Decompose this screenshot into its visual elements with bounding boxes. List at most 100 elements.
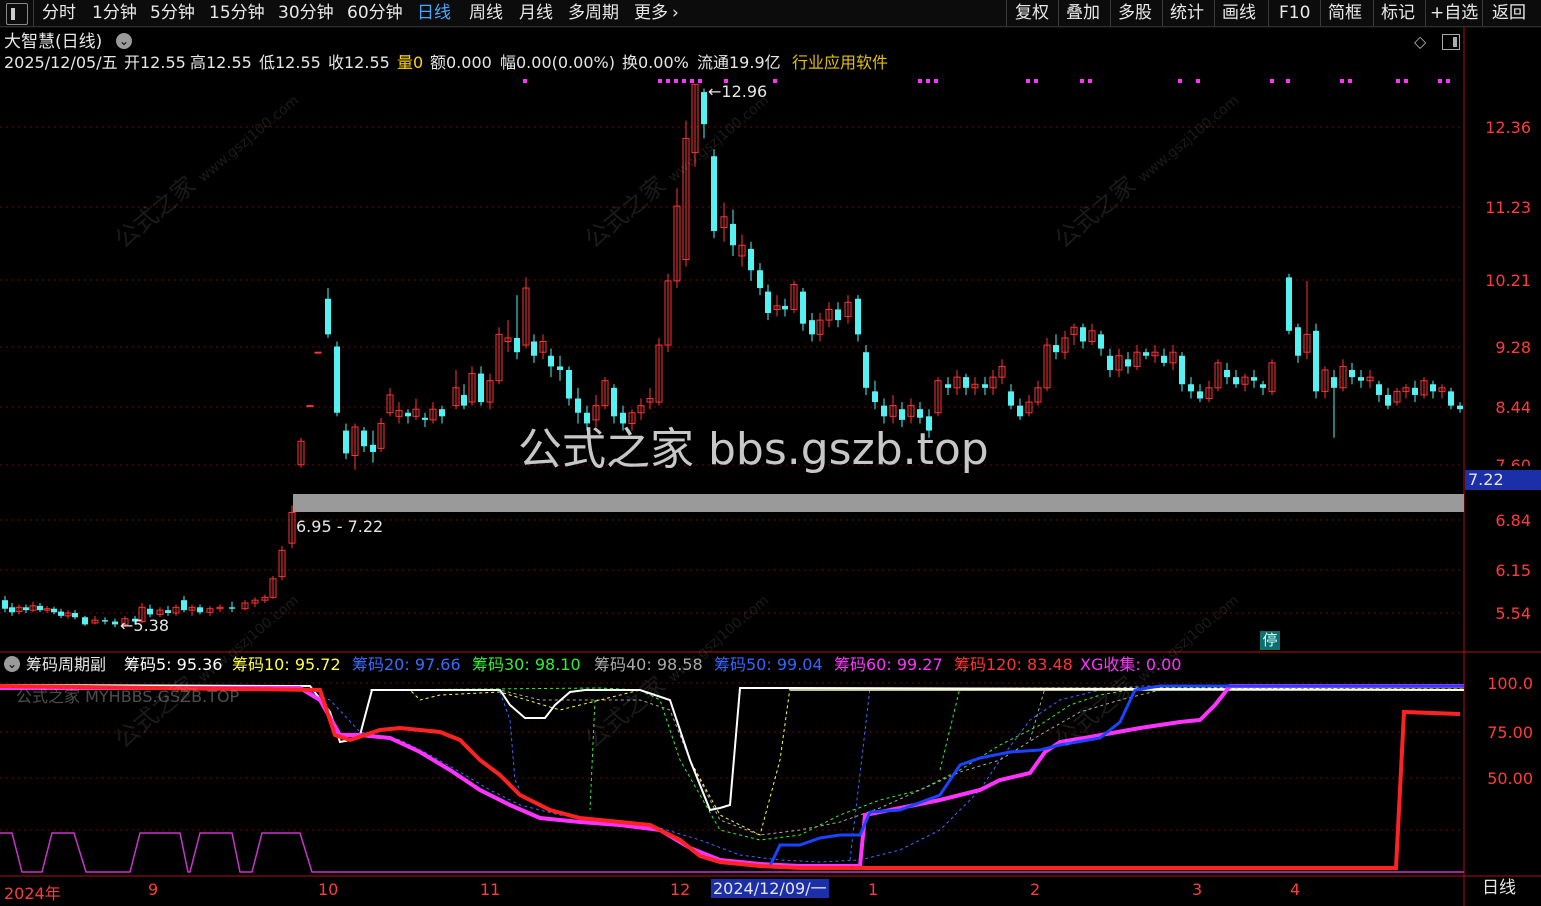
- industry-label[interactable]: 行业应用软件: [792, 54, 888, 72]
- candle-body: [478, 373, 484, 403]
- tab-fenshi[interactable]: 分时: [42, 2, 76, 24]
- candle-body: [9, 607, 15, 613]
- chevron-right-icon[interactable]: ›: [672, 2, 679, 24]
- date-tick: 10: [318, 880, 339, 899]
- candle-body: [1286, 277, 1292, 331]
- candle-body: [325, 298, 331, 335]
- candle-body: [809, 320, 815, 335]
- candle-body: [917, 409, 923, 418]
- date-tick: 4: [1290, 880, 1301, 899]
- candle-body: [1376, 384, 1382, 395]
- f10-button[interactable]: F10: [1279, 2, 1310, 24]
- bar-date: 2025/12/05/五: [4, 53, 118, 72]
- candle-body: [1358, 377, 1364, 381]
- diamond-icon[interactable]: ◇: [1414, 33, 1426, 51]
- candle-body: [147, 608, 153, 615]
- window-icon[interactable]: [1442, 34, 1460, 50]
- candle-body: [765, 291, 771, 313]
- candle-body: [334, 346, 340, 413]
- candle-body: [548, 355, 554, 367]
- bar-amount: 额0.000: [430, 53, 492, 72]
- candle-body: [197, 607, 203, 613]
- draw-line-button[interactable]: 画线: [1222, 2, 1256, 24]
- tab-multi-period[interactable]: 多周期: [568, 2, 619, 24]
- stats-button[interactable]: 统计: [1170, 2, 1204, 24]
- panel-toggle-icon[interactable]: [6, 3, 28, 25]
- indicator-legend-item: 筹码5: 95.36: [124, 655, 223, 674]
- tab-5min[interactable]: 5分钟: [150, 2, 195, 24]
- period-label[interactable]: 日线: [1482, 879, 1516, 897]
- signal-dot: [1438, 79, 1442, 83]
- tab-daily[interactable]: 日线: [417, 2, 451, 24]
- date-tick: 3: [1192, 880, 1203, 899]
- add-watchlist-button[interactable]: +自选: [1430, 2, 1478, 24]
- indicator-legend-item: 筹码10: 95.72: [232, 655, 341, 674]
- tab-60min[interactable]: 60分钟: [347, 2, 403, 24]
- candle-body: [1233, 377, 1239, 385]
- chip40-line: [370, 689, 1464, 836]
- tab-weekly[interactable]: 周线: [469, 2, 503, 24]
- date-tick: 9: [148, 880, 159, 899]
- candle-body: [881, 405, 887, 417]
- stock-title[interactable]: 大智慧(日线): [4, 33, 102, 51]
- signal-dot: [1404, 79, 1408, 83]
- indicator-legend-item: 筹码50: 99.04: [714, 655, 823, 674]
- candle-body: [102, 620, 108, 622]
- bar-volume: 量0: [397, 53, 424, 72]
- candle-body: [835, 309, 841, 321]
- chip10-line: [370, 687, 1464, 836]
- signal-dot: [523, 79, 527, 83]
- bar-turnover: 换0.00%: [622, 53, 689, 72]
- tab-15min[interactable]: 15分钟: [209, 2, 265, 24]
- candle-body: [855, 298, 861, 335]
- candle-body: [1017, 405, 1023, 417]
- indicator-legend-item: 筹码120: 83.48: [954, 655, 1073, 674]
- price-tick: 8.44: [1495, 398, 1531, 417]
- candle-body: [405, 412, 411, 417]
- signal-dot: [773, 79, 777, 83]
- indicator-tick: 75.00: [1487, 723, 1533, 742]
- candle-body: [1143, 352, 1149, 356]
- candle-body: [1080, 327, 1086, 342]
- candle-body: [1349, 370, 1355, 378]
- candle-body: [2, 600, 8, 609]
- signal-dot: [1034, 79, 1038, 83]
- price-tick: 10.21: [1485, 271, 1531, 290]
- indicator-dropdown-icon[interactable]: ⌄: [4, 656, 20, 672]
- tab-monthly[interactable]: 月线: [519, 2, 553, 24]
- price-tick: 12.36: [1485, 118, 1531, 137]
- candle-body: [439, 409, 445, 417]
- price-tick: 7.60: [1495, 456, 1531, 466]
- band-label: 6.95 - 7.22: [296, 517, 384, 536]
- candle-body: [872, 391, 878, 403]
- dropdown-circle-icon[interactable]: ⌄: [116, 33, 132, 49]
- bar-open: 开12.55: [124, 53, 186, 72]
- candle-body: [1457, 405, 1463, 410]
- signal-dot: [1088, 79, 1092, 83]
- candle-body: [1053, 345, 1059, 353]
- tab-30min[interactable]: 30分钟: [278, 2, 334, 24]
- chip120-line: [0, 684, 1461, 870]
- signal-dot: [934, 79, 938, 83]
- overlay-button[interactable]: 叠加: [1066, 2, 1100, 24]
- current-price-tag: 7.22: [1465, 470, 1541, 490]
- price-tick: 6.84: [1495, 511, 1531, 530]
- signal-dot: [658, 79, 662, 83]
- center-watermark: 公式之家 bbs.gszb.top: [518, 424, 989, 475]
- candle-body: [982, 384, 988, 388]
- tab-more[interactable]: 更多: [634, 2, 668, 24]
- fuquan-button[interactable]: 复权: [1015, 2, 1049, 24]
- multi-stock-button[interactable]: 多股: [1118, 2, 1152, 24]
- indicator-legend-item: 筹码20: 97.66: [352, 655, 461, 674]
- back-button[interactable]: 返回: [1492, 2, 1526, 24]
- mark-button[interactable]: 标记: [1381, 2, 1415, 24]
- price-tick: 11.23: [1485, 198, 1531, 217]
- date-tick: 2024年: [4, 884, 61, 903]
- chip40-rise: [1029, 687, 1046, 741]
- simple-frame-button[interactable]: 简框: [1328, 2, 1362, 24]
- candle-body: [361, 430, 367, 447]
- tab-1min[interactable]: 1分钟: [92, 2, 137, 24]
- candle-body: [306, 405, 314, 408]
- indicator-name[interactable]: 筹码周期副: [26, 656, 106, 674]
- candle-body: [1098, 334, 1104, 349]
